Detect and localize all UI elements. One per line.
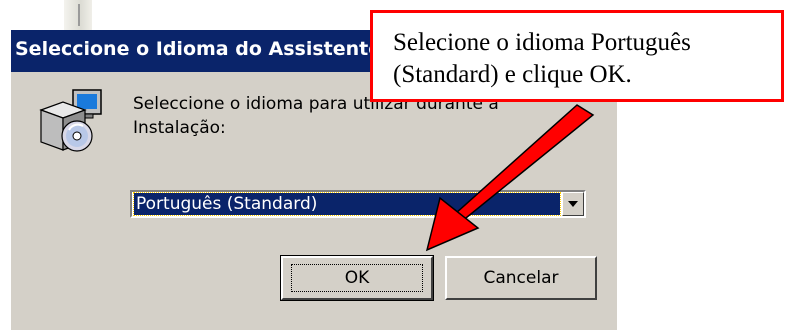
pointer-arrow xyxy=(425,104,595,252)
pointer-arrow-shaft xyxy=(453,104,595,224)
